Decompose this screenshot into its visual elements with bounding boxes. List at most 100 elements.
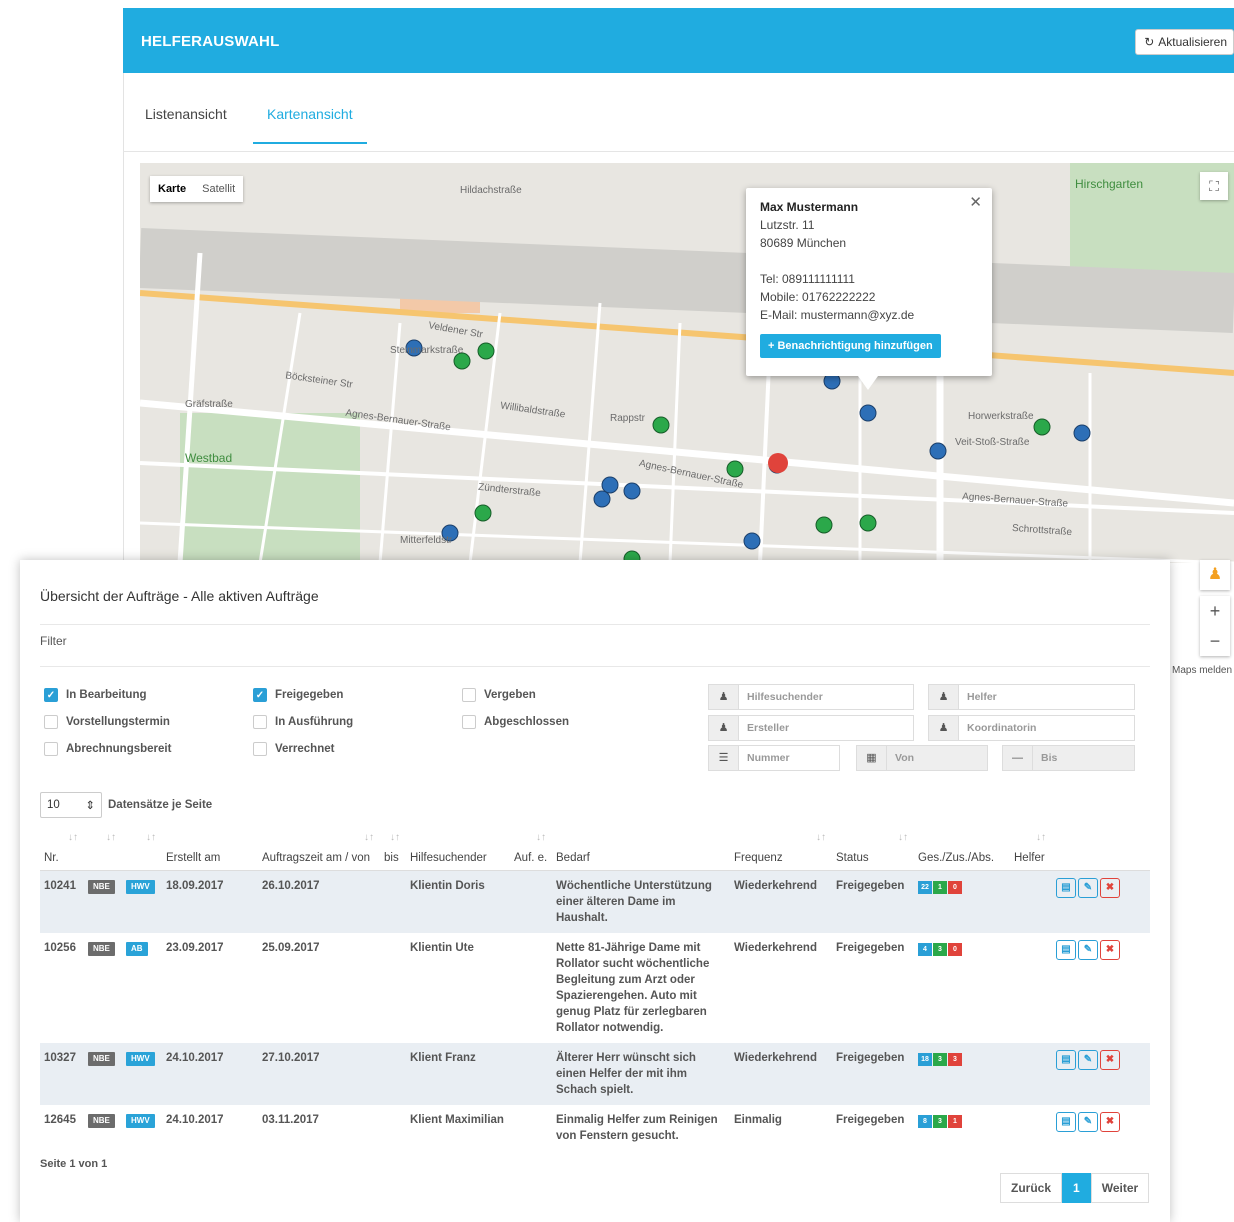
checkbox-abgeschlossen[interactable]: Abgeschlossen <box>462 715 569 729</box>
zoom-out-button[interactable]: − <box>1200 626 1230 656</box>
count-declined: 0 <box>948 880 962 894</box>
refresh-icon: ↻ <box>1144 35 1155 49</box>
panel-title: HELFERAUSWAHL <box>141 33 280 50</box>
number-input[interactable]: ☰ Nummer <box>708 745 840 771</box>
count-accepted: 3 <box>933 942 947 956</box>
column-header[interactable]: ↓↑ <box>122 830 162 871</box>
creator-search-input[interactable]: ♟ Ersteller <box>708 715 914 741</box>
need-description: Wöchentliche Unterstützung einer älteren… <box>552 870 730 933</box>
checkbox-vorstellungstermin[interactable]: Vorstellungstermin <box>44 715 170 729</box>
delete-icon[interactable]: ✖ <box>1100 877 1120 898</box>
street-label: Mitterfeldstr <box>400 535 453 546</box>
count-accepted: 1 <box>933 880 947 894</box>
status-badge: NBE <box>88 1113 115 1128</box>
checkbox-verrechnet[interactable]: Verrechnet <box>253 742 334 756</box>
view-icon[interactable]: ▤ <box>1056 1049 1076 1070</box>
edit-icon[interactable]: ✎ <box>1078 877 1098 898</box>
street-label: Hildachstraße <box>460 185 522 196</box>
table-header-row: ↓↑ Nr. ↓↑ ↓↑ Erstellt am ↓↑ Auftragszeit a… <box>40 830 1150 871</box>
pagination: Zurück 1 Weiter <box>1000 1173 1150 1203</box>
pegman-icon[interactable]: ♟ <box>1200 560 1230 590</box>
per-page-select[interactable]: 10 ⇕ <box>40 792 102 818</box>
checkbox-abrechnungsbereit[interactable]: Abrechnungsbereit <box>44 742 171 756</box>
edit-icon[interactable]: ✎ <box>1078 1049 1098 1070</box>
info-mobile: Mobile: 01762222222 <box>760 290 876 304</box>
tab-map-view[interactable]: Kartenansicht <box>253 106 367 144</box>
page-1-button[interactable]: 1 <box>1062 1173 1091 1203</box>
column-header[interactable]: ↓↑ Frequenz <box>730 830 832 871</box>
frequency: Wiederkehrend <box>730 1042 832 1105</box>
checkbox-vergeben[interactable]: Vergeben <box>462 688 536 702</box>
tab-list-view[interactable]: Listenansicht <box>145 106 227 142</box>
counts: 18 3 3 <box>914 1042 1010 1105</box>
column-header[interactable]: Erstellt am <box>162 830 258 871</box>
fullscreen-button[interactable]: ⛶ <box>1200 172 1228 200</box>
column-header[interactable]: ↓↑ Auftragszeit am / von <box>258 830 380 871</box>
column-header[interactable]: Bedarf <box>552 830 730 871</box>
info-city: 80689 München <box>760 236 847 250</box>
next-page-button[interactable]: Weiter <box>1090 1173 1150 1203</box>
map-view[interactable]: Hildachstraße Veldener Str Steinmarkstra… <box>140 163 1234 563</box>
previous-page-button[interactable]: Zurück <box>1000 1173 1063 1203</box>
checkbox-in-ausfuehrung[interactable]: In Ausführung <box>253 715 353 729</box>
client-name: Klientin Ute <box>410 941 474 954</box>
frequency: Einmalig <box>734 1113 782 1126</box>
edit-icon[interactable]: ✎ <box>1078 1111 1098 1132</box>
close-icon[interactable]: ✕ <box>969 194 982 212</box>
column-header[interactable]: Ges./Zus./Abs. <box>914 830 1010 871</box>
refresh-button[interactable]: ↻ Aktualisieren <box>1135 29 1234 55</box>
column-header[interactable]: ↓↑ Status <box>832 830 914 871</box>
type-badge: HWV <box>126 879 155 894</box>
delete-icon[interactable]: ✖ <box>1100 1111 1120 1132</box>
date-to-input[interactable]: — Bis <box>1002 745 1135 771</box>
street-label: Veit-Stoß-Straße <box>955 437 1030 448</box>
per-page-control: 10 ⇕ Datensätze je Seite <box>40 792 212 818</box>
user-icon: ♟ <box>929 716 959 740</box>
view-icon[interactable]: ▤ <box>1056 939 1076 960</box>
created-date: 18.09.2017 <box>162 870 258 933</box>
add-notification-button[interactable]: + Benachrichtigung hinzufügen <box>760 334 941 358</box>
street-label: Steinmarkstraße <box>390 345 464 356</box>
column-header[interactable]: ↓↑ Auf. e. <box>510 830 552 871</box>
count-declined: 1 <box>948 1114 962 1128</box>
checkbox-icon <box>44 715 58 729</box>
checkbox-icon <box>253 715 267 729</box>
order-status: Freigegeben <box>836 941 905 954</box>
checkbox-freigegeben[interactable]: ✓ Freigegeben <box>253 688 343 702</box>
user-icon: ♟ <box>709 716 739 740</box>
delete-icon[interactable]: ✖ <box>1100 1049 1120 1070</box>
count-declined: 0 <box>948 942 962 956</box>
date-from-input[interactable]: ▦ Von <box>856 745 988 771</box>
delete-icon[interactable]: ✖ <box>1100 939 1120 960</box>
edit-icon[interactable]: ✎ <box>1078 939 1098 960</box>
select-arrow-icon: ⇕ <box>85 800 95 812</box>
order-date-from: 25.09.2017 <box>262 941 320 954</box>
column-header[interactable]: ↓↑ Helfer <box>1010 830 1052 871</box>
zoom-in-button[interactable]: + <box>1200 596 1230 626</box>
user-icon: ♟ <box>709 685 739 709</box>
park-label: Hirschgarten <box>1075 177 1144 191</box>
checkbox-icon <box>253 742 267 756</box>
coordinator-search-input[interactable]: ♟ Koordinatorin <box>928 715 1135 741</box>
zoom-control: + − <box>1200 596 1230 656</box>
need-description: Älterer Herr wünscht sich einen Helfer d… <box>552 1042 730 1105</box>
view-icon[interactable]: ▤ <box>1056 877 1076 898</box>
checkbox-icon: ✓ <box>253 688 267 702</box>
list-icon: ☰ <box>709 746 739 770</box>
order-date-to <box>380 1042 406 1105</box>
map-type-karte[interactable]: Karte <box>150 176 194 202</box>
view-icon[interactable]: ▤ <box>1056 1111 1076 1132</box>
need-description: Einmalig Helfer zum Reinigen von Fenster… <box>556 1113 718 1142</box>
map-type-satellit[interactable]: Satellit <box>194 176 243 202</box>
column-header[interactable]: ↓↑ <box>84 830 122 871</box>
helper-search-input[interactable]: ♟ Helfer <box>928 684 1135 710</box>
column-header[interactable]: Hilfesuchender <box>406 830 510 871</box>
client-search-input[interactable]: ♟ Hilfesuchender <box>708 684 914 710</box>
created-date: 24.10.2017 <box>162 1042 258 1105</box>
maps-report-link[interactable]: Maps melden <box>1172 665 1232 676</box>
user-icon: ♟ <box>929 685 959 709</box>
column-header[interactable]: ↓↑ bis <box>380 830 406 871</box>
checkbox-in-bearbeitung[interactable]: ✓ In Bearbeitung <box>44 688 147 702</box>
column-header[interactable]: ↓↑ Nr. <box>40 830 84 871</box>
fullscreen-icon: ⛶ <box>1209 178 1219 194</box>
